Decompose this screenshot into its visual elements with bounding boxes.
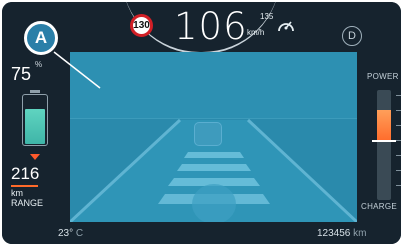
gauge-tick <box>396 140 401 141</box>
temperature-value: 23° <box>58 228 74 239</box>
lead-vehicle-icon <box>194 122 222 146</box>
battery-icon-cap <box>30 90 40 93</box>
power-gauge-track <box>377 90 391 200</box>
gear-indicator: D <box>342 26 362 46</box>
gauge-tick <box>396 185 401 186</box>
odometer-value: 123456 <box>317 228 351 239</box>
battery-level-fill <box>25 109 45 144</box>
driving-scene <box>70 52 357 222</box>
speed-limit-sign: 130 <box>130 14 153 37</box>
outside-temperature: 23° C <box>58 228 83 239</box>
range-label: RANGE <box>11 198 44 208</box>
callout-pointer <box>53 51 101 89</box>
range-indicator-icon <box>30 154 40 160</box>
instrument-cluster: 130 106 km/h 135 D 75 % 216 km RANGE POW… <box>0 0 403 246</box>
power-panel: POWER CHARGE <box>357 52 401 222</box>
gauge-tick <box>396 110 401 111</box>
top-bar: 130 106 km/h 135 D <box>2 2 401 54</box>
gauge-tick <box>396 95 401 96</box>
range-underline <box>11 185 38 187</box>
odometer: 123456 km <box>317 228 367 239</box>
gauge-tick <box>396 170 401 171</box>
current-speed: 106 <box>174 5 248 48</box>
gauge-tick <box>396 125 401 126</box>
power-gauge-fill <box>377 110 391 142</box>
cluster-screen: 130 106 km/h 135 D 75 % 216 km RANGE POW… <box>2 2 401 244</box>
bottom-bar: 23° C 123456 km <box>2 222 401 244</box>
power-label: POWER <box>367 72 399 81</box>
odometer-unit: km <box>353 228 367 239</box>
range-unit: km <box>11 188 23 198</box>
cruise-control-icon <box>278 21 294 32</box>
power-gauge-ticks <box>396 90 401 200</box>
speed-unit: km/h <box>247 28 265 37</box>
gauge-tick <box>396 155 401 156</box>
charge-label: CHARGE <box>361 202 398 211</box>
battery-percent: 75 <box>11 64 32 84</box>
temperature-unit: C <box>75 228 84 239</box>
cruise-speed: 135 <box>260 12 274 21</box>
battery-percent-sign: % <box>35 60 43 69</box>
power-gauge-indicator <box>372 140 396 142</box>
range-value: 216 <box>11 164 40 183</box>
scene-sky <box>70 52 357 118</box>
